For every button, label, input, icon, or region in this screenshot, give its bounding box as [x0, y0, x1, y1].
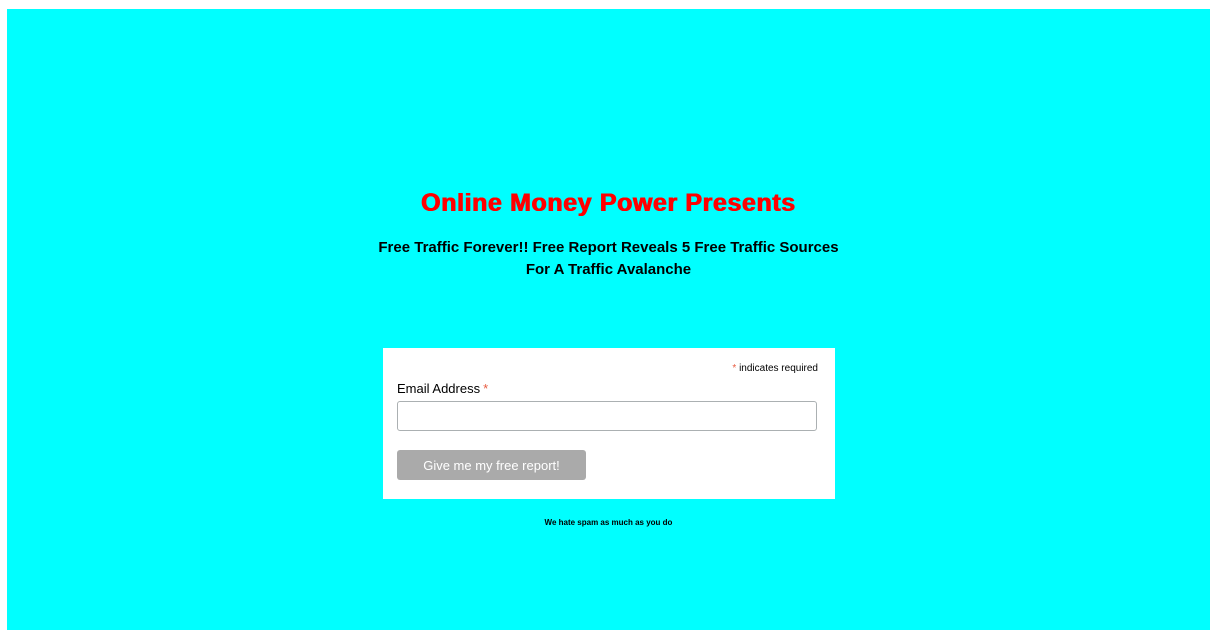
required-asterisk: *	[732, 363, 737, 374]
email-input[interactable]	[397, 401, 817, 431]
landing-page: Online Money Power Presents Free Traffic…	[7, 9, 1210, 630]
submit-button[interactable]: Give me my free report!	[397, 450, 586, 480]
required-note: * indicates required	[732, 363, 818, 374]
spam-note: We hate spam as much as you do	[544, 518, 673, 527]
signup-form: * indicates required Email Address * Give…	[383, 348, 835, 499]
page-subheadline: Free Traffic Forever!! Free Report Revea…	[378, 239, 839, 278]
page-headline: Online Money Power Presents	[421, 189, 796, 217]
email-required-asterisk: *	[483, 381, 489, 396]
required-note-text: indicates required	[739, 363, 818, 374]
email-label: Email Address *	[397, 381, 488, 396]
email-label-text: Email Address	[397, 381, 481, 396]
